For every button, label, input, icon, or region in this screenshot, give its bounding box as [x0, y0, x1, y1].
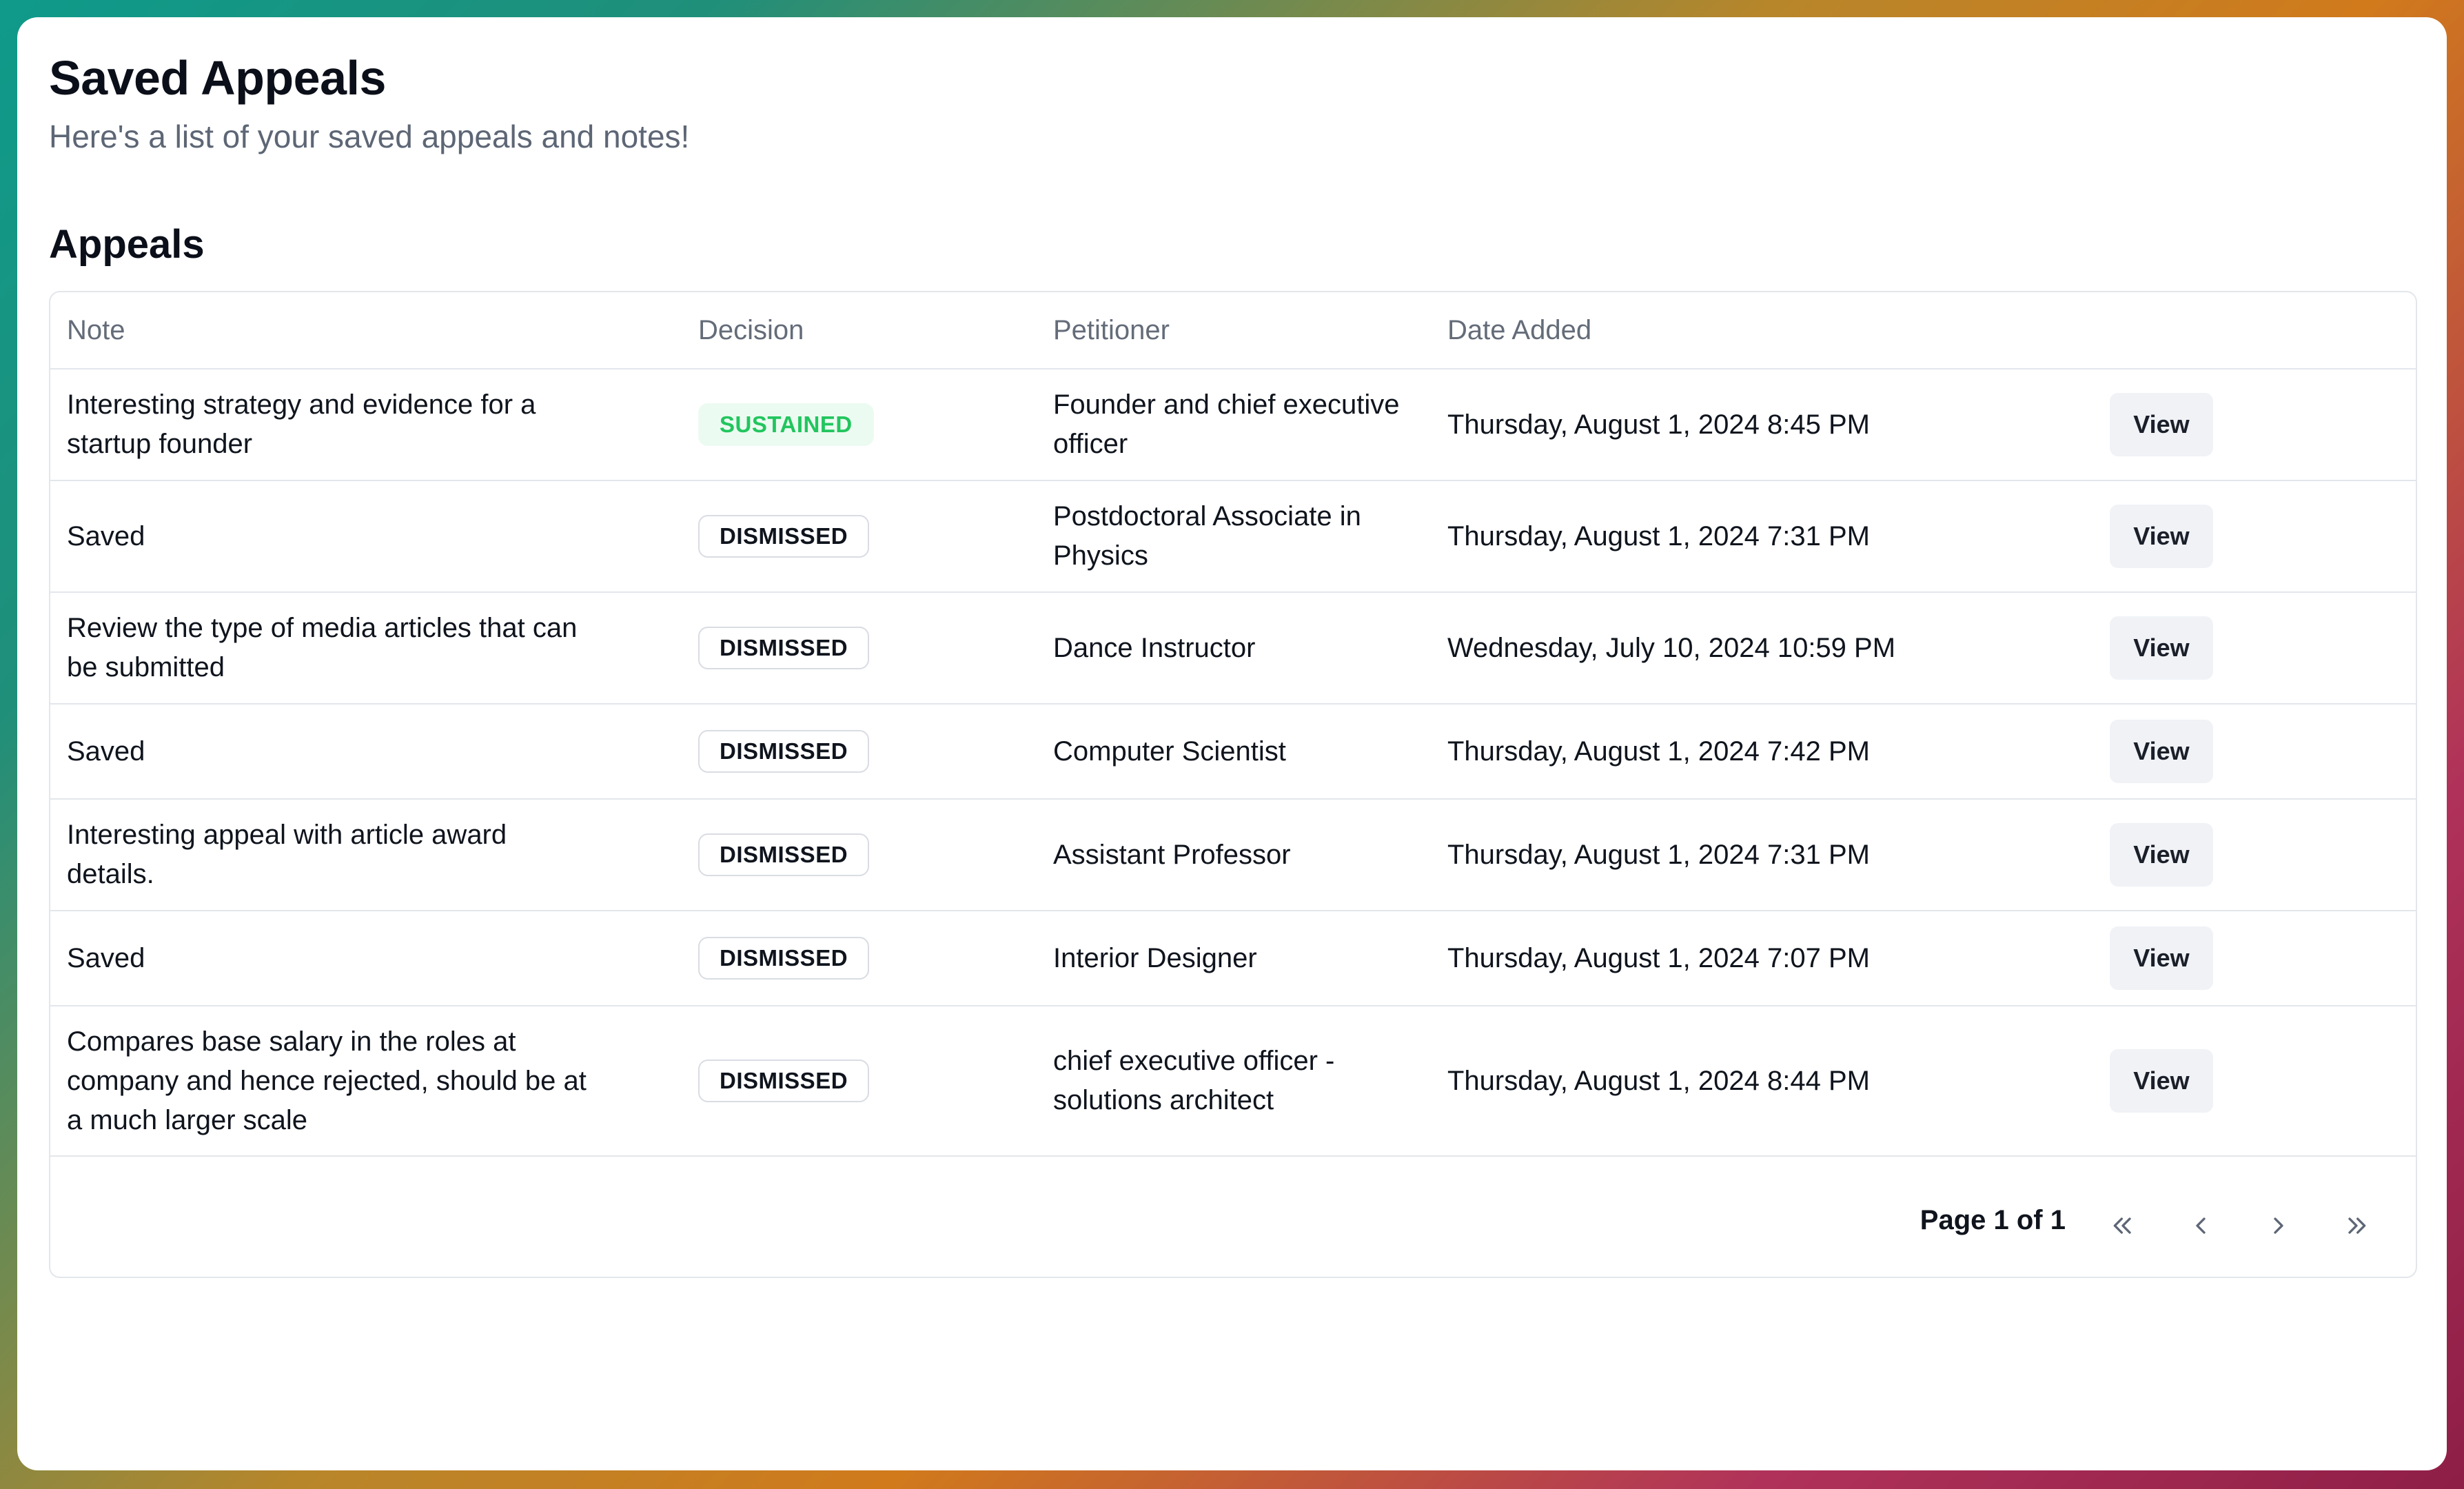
first-page-button[interactable] — [2095, 1199, 2150, 1252]
date-added-cell: Thursday, August 1, 2024 7:31 PM — [1447, 800, 2095, 910]
petitioner-cell: Dance Instructor — [1053, 593, 1412, 703]
page-indicator: Page 1 of 1 — [1920, 1205, 2066, 1235]
petitioner-text: chief executive officer -solutions archi… — [1053, 1046, 1335, 1115]
decision-cell: DISMISSED — [698, 705, 1029, 798]
petitioner-cell: chief executive officer -solutions archi… — [1053, 1006, 1412, 1155]
chevrons-left-icon — [2113, 1217, 2131, 1234]
date-added-cell: Thursday, August 1, 2024 7:42 PM — [1447, 705, 2095, 798]
date-added-text: Thursday, August 1, 2024 7:31 PM — [1447, 839, 1870, 870]
petitioner-cell: Founder and chief executive officer — [1053, 369, 1412, 480]
petitioner-cell: Computer Scientist — [1053, 705, 1412, 798]
view-button[interactable]: View — [2110, 505, 2213, 568]
note-cell: Compares base salary in the roles at com… — [67, 1006, 591, 1155]
note-text: Saved — [67, 520, 145, 551]
petitioner-text: Interior Designer — [1053, 942, 1257, 973]
note-cell: Interesting strategy and evidence for a … — [67, 369, 591, 480]
date-added-text: Thursday, August 1, 2024 7:42 PM — [1447, 736, 1870, 767]
chevron-right-icon — [2274, 1217, 2283, 1234]
decision-badge: DISMISSED — [698, 515, 870, 558]
petitioner-text: Founder and chief executive officer — [1053, 389, 1400, 459]
table-row: Interesting appeal with article award de… — [50, 800, 2416, 911]
chevron-left-icon — [2196, 1217, 2206, 1234]
date-added-text: Wednesday, July 10, 2024 10:59 PM — [1447, 632, 1896, 663]
date-added-cell: Wednesday, July 10, 2024 10:59 PM — [1447, 593, 2095, 703]
date-added-cell: Thursday, August 1, 2024 7:07 PM — [1447, 911, 2095, 1005]
view-button[interactable]: View — [2110, 720, 2213, 783]
petitioner-text: Computer Scientist — [1053, 736, 1286, 767]
date-added-text: Thursday, August 1, 2024 7:07 PM — [1447, 942, 1870, 973]
view-button[interactable]: View — [2110, 926, 2213, 990]
decision-badge: DISMISSED — [698, 1060, 870, 1102]
view-button[interactable]: View — [2110, 823, 2213, 887]
table-row: Compares base salary in the roles at com… — [50, 1006, 2416, 1157]
note-cell: Saved — [67, 705, 591, 798]
date-added-text: Thursday, August 1, 2024 8:44 PM — [1447, 1065, 1870, 1096]
table-row: Saved DISMISSED Computer Scientist Thursday… — [50, 705, 2416, 800]
appeals-table: Note Decision Petitioner Date Added Inte… — [49, 291, 2417, 1278]
petitioner-text: Postdoctoral Associate in Physics — [1053, 501, 1361, 571]
date-added-text: Thursday, August 1, 2024 8:45 PM — [1447, 409, 1870, 440]
view-button[interactable]: View — [2110, 393, 2213, 456]
decision-cell: DISMISSED — [698, 1006, 1029, 1155]
app-window: Saved Appeals Here's a list of your save… — [17, 17, 2447, 1470]
note-text: Saved — [67, 736, 145, 767]
table-body: Interesting strategy and evidence for a … — [50, 369, 2416, 1157]
page-title: Saved Appeals — [49, 51, 386, 105]
decision-cell: DISMISSED — [698, 593, 1029, 703]
action-cell: View — [2110, 593, 2248, 703]
decision-badge: DISMISSED — [698, 937, 870, 980]
note-cell: Interesting appeal with article award de… — [67, 800, 591, 910]
date-added-cell: Thursday, August 1, 2024 8:44 PM — [1447, 1006, 2095, 1155]
action-cell: View — [2110, 911, 2248, 1005]
petitioner-text: Assistant Professor — [1053, 839, 1291, 870]
column-header-petitioner: Petitioner — [1053, 314, 1170, 345]
petitioner-cell: Assistant Professor — [1053, 800, 1412, 910]
decision-badge: DISMISSED — [698, 627, 870, 669]
page-subtitle: Here's a list of your saved appeals and … — [49, 119, 690, 154]
next-page-button[interactable] — [2251, 1199, 2306, 1252]
table-row: Saved DISMISSED Postdoctoral Associate in … — [50, 481, 2416, 593]
date-added-text: Thursday, August 1, 2024 7:31 PM — [1447, 520, 1870, 551]
action-cell: View — [2110, 1006, 2248, 1155]
previous-page-button[interactable] — [2173, 1199, 2228, 1252]
note-text: Interesting appeal with article award de… — [67, 820, 507, 889]
note-text: Compares base salary in the roles at com… — [67, 1026, 587, 1135]
action-cell: View — [2110, 705, 2248, 798]
note-text: Review the type of media articles that c… — [67, 613, 578, 682]
petitioner-cell: Interior Designer — [1053, 911, 1412, 1005]
table-row: Saved DISMISSED Interior Designer Thursday,… — [50, 911, 2416, 1006]
petitioner-text: Dance Instructor — [1053, 632, 1256, 663]
section-title: Appeals — [49, 222, 205, 267]
note-cell: Saved — [67, 911, 591, 1005]
view-button[interactable]: View — [2110, 1049, 2213, 1113]
action-cell: View — [2110, 800, 2248, 910]
decision-badge: DISMISSED — [698, 730, 870, 773]
action-cell: View — [2110, 369, 2248, 480]
note-text: Saved — [67, 942, 145, 973]
decision-cell: SUSTAINED — [698, 369, 1029, 480]
decision-cell: DISMISSED — [698, 800, 1029, 910]
date-added-cell: Thursday, August 1, 2024 8:45 PM — [1447, 369, 2095, 480]
note-cell: Saved — [67, 481, 591, 591]
decision-cell: DISMISSED — [698, 911, 1029, 1005]
date-added-cell: Thursday, August 1, 2024 7:31 PM — [1447, 481, 2095, 591]
pagination: Page 1 of 1 — [50, 1173, 2416, 1277]
column-header-date-added: Date Added — [1447, 314, 1592, 345]
table-row: Interesting strategy and evidence for a … — [50, 369, 2416, 481]
decision-cell: DISMISSED — [698, 481, 1029, 591]
chevrons-right-icon — [2348, 1217, 2366, 1234]
decision-badge: SUSTAINED — [698, 403, 874, 446]
decision-badge: DISMISSED — [698, 833, 870, 876]
column-header-decision: Decision — [698, 314, 804, 345]
column-header-note: Note — [67, 314, 125, 345]
table-row: Review the type of media articles that c… — [50, 593, 2416, 705]
last-page-button[interactable] — [2329, 1199, 2384, 1252]
view-button[interactable]: View — [2110, 616, 2213, 680]
table-header-row: Note Decision Petitioner Date Added — [50, 292, 2416, 369]
note-cell: Review the type of media articles that c… — [67, 593, 591, 703]
note-text: Interesting strategy and evidence for a … — [67, 389, 536, 459]
petitioner-cell: Postdoctoral Associate in Physics — [1053, 481, 1412, 591]
action-cell: View — [2110, 481, 2248, 591]
